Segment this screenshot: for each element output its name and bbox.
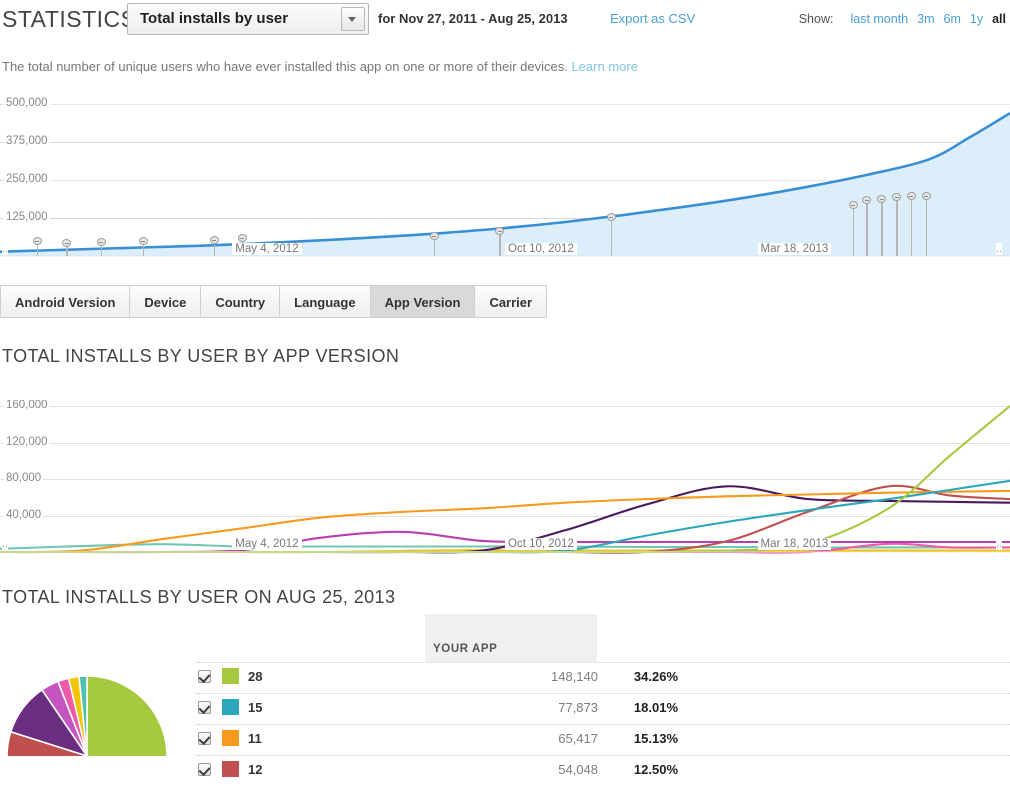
y-axis-tick-label: 80,000 — [4, 472, 44, 484]
y-axis-tick-label: 125,000 — [4, 211, 50, 223]
tab-language[interactable]: Language — [280, 285, 371, 318]
install-count: 65,417 — [558, 731, 598, 746]
axis-edge-ellipsis: .. — [2, 243, 9, 255]
table-column-header: YOUR APP — [425, 614, 597, 662]
axis-edge-ellipsis: .. — [2, 538, 9, 550]
x-axis-tick-label: Mar 18, 2013 — [757, 243, 832, 255]
axis-edge-ellipsis: .. — [996, 538, 1003, 550]
row-checkbox[interactable] — [198, 701, 211, 714]
tab-device[interactable]: Device — [130, 285, 202, 318]
date-range-label: for Nov 27, 2011 - Aug 25, 2013 — [378, 11, 568, 26]
y-axis-tick-label: 500,000 — [4, 97, 50, 109]
x-axis-tick-label: Oct 10, 2012 — [505, 243, 577, 255]
row-checkbox[interactable] — [198, 763, 211, 776]
row-checkbox[interactable] — [198, 670, 211, 683]
y-axis-tick-label: 250,000 — [4, 173, 50, 185]
page-header: STATISTICS Total installs by user for No… — [0, 0, 1010, 42]
install-percent: 12.50% — [633, 762, 678, 777]
range-3m[interactable]: 3m — [917, 12, 934, 26]
table-row[interactable]: 15 77,873 18.01% — [196, 693, 1010, 725]
install-count: 54,048 — [558, 762, 598, 777]
table-row[interactable]: 28 148,140 34.26% — [196, 662, 1010, 694]
version-label: 12 — [248, 762, 263, 777]
range-all[interactable]: all — [992, 12, 1006, 26]
metric-select[interactable]: Total installs by user — [127, 3, 369, 35]
metric-select-value: Total installs by user — [140, 10, 289, 27]
tab-android-version[interactable]: Android Version — [0, 285, 131, 318]
y-axis-tick-label: 375,000 — [4, 135, 50, 147]
table-title: TOTAL INSTALLS BY USER ON AUG 25, 2013 — [2, 587, 396, 607]
y-axis-tick-label: 40,000 — [4, 508, 44, 521]
range-1y[interactable]: 1y — [970, 12, 983, 26]
range-last-month[interactable]: last month — [850, 12, 908, 26]
install-count: 148,140 — [551, 669, 598, 684]
series-color-swatch — [222, 761, 239, 777]
table-column-header-label: YOUR APP — [433, 643, 498, 655]
area-series — [0, 111, 1010, 257]
chevron-down-icon[interactable] — [341, 7, 365, 31]
page-title: STATISTICS — [2, 6, 137, 32]
metric-description: The total number of unique users who hav… — [2, 59, 638, 74]
y-axis-tick-label: 120,000 — [4, 435, 50, 448]
tab-carrier[interactable]: Carrier — [475, 285, 548, 318]
version-label: 15 — [248, 700, 263, 715]
y-axis-tick-label: 160,000 — [4, 400, 50, 411]
show-label: Show: — [798, 12, 834, 26]
statistics-page: STATISTICS Total installs by user for No… — [0, 0, 1010, 777]
version-label: 11 — [248, 731, 262, 746]
table-row[interactable]: 11 65,417 15.13% — [196, 724, 1010, 756]
row-checkbox[interactable] — [198, 732, 211, 745]
series-color-swatch — [222, 699, 239, 715]
learn-more-link[interactable]: Learn more — [571, 59, 637, 74]
install-percent: 18.01% — [633, 700, 678, 715]
series-28 — [0, 405, 1010, 554]
x-axis-tick-label: May 4, 2012 — [232, 538, 302, 550]
table-row[interactable]: 12 54,048 12.50% — [196, 755, 1010, 787]
tab-app-version[interactable]: App Version — [370, 285, 476, 318]
installs-by-version-plot: 40,000 80,000 120,000 160,000 May 4, 2012 Oct… — [0, 400, 1010, 560]
chart2-title: TOTAL INSTALLS BY USER BY APP VERSION — [2, 346, 400, 366]
version-breakdown-table: YOUR APP 28 148,140 34.26% 15 77,873 18.01% 11… — [0, 614, 1010, 777]
install-count: 77,873 — [558, 700, 598, 715]
axis-edge-ellipsis: .. — [996, 243, 1003, 255]
x-axis-tick-label: Mar 18, 2013 — [757, 538, 832, 550]
install-percent: 34.26% — [633, 669, 678, 684]
x-axis-tick-label: May 4, 2012 — [232, 243, 302, 255]
range-6m[interactable]: 6m — [944, 12, 961, 26]
export-csv-link[interactable]: Export as CSV — [610, 11, 695, 26]
series-color-swatch — [222, 730, 239, 746]
tab-country[interactable]: Country — [201, 285, 281, 318]
dimension-tabs[interactable]: Android Version Device Country Language App … — [0, 285, 548, 320]
total-installs-chart[interactable]: 125,000 250,000 375,000 500,000 May 4, 2012 O… — [0, 96, 1010, 266]
total-installs-plot: 125,000 250,000 375,000 500,000 May 4, 2012 O… — [0, 96, 1010, 266]
x-axis-tick-label: Oct 10, 2012 — [505, 538, 577, 550]
install-percent: 15.13% — [633, 731, 678, 746]
metric-description-text: The total number of unique users who hav… — [2, 59, 568, 74]
installs-by-version-chart[interactable]: 40,000 80,000 120,000 160,000 May 4, 2012 Oct… — [0, 400, 1010, 560]
multi-line-series — [0, 405, 1010, 554]
version-label: 28 — [248, 669, 263, 684]
range-selector: Show: last month 3m 6m 1y all — [799, 12, 1006, 26]
series-color-swatch — [222, 668, 239, 684]
